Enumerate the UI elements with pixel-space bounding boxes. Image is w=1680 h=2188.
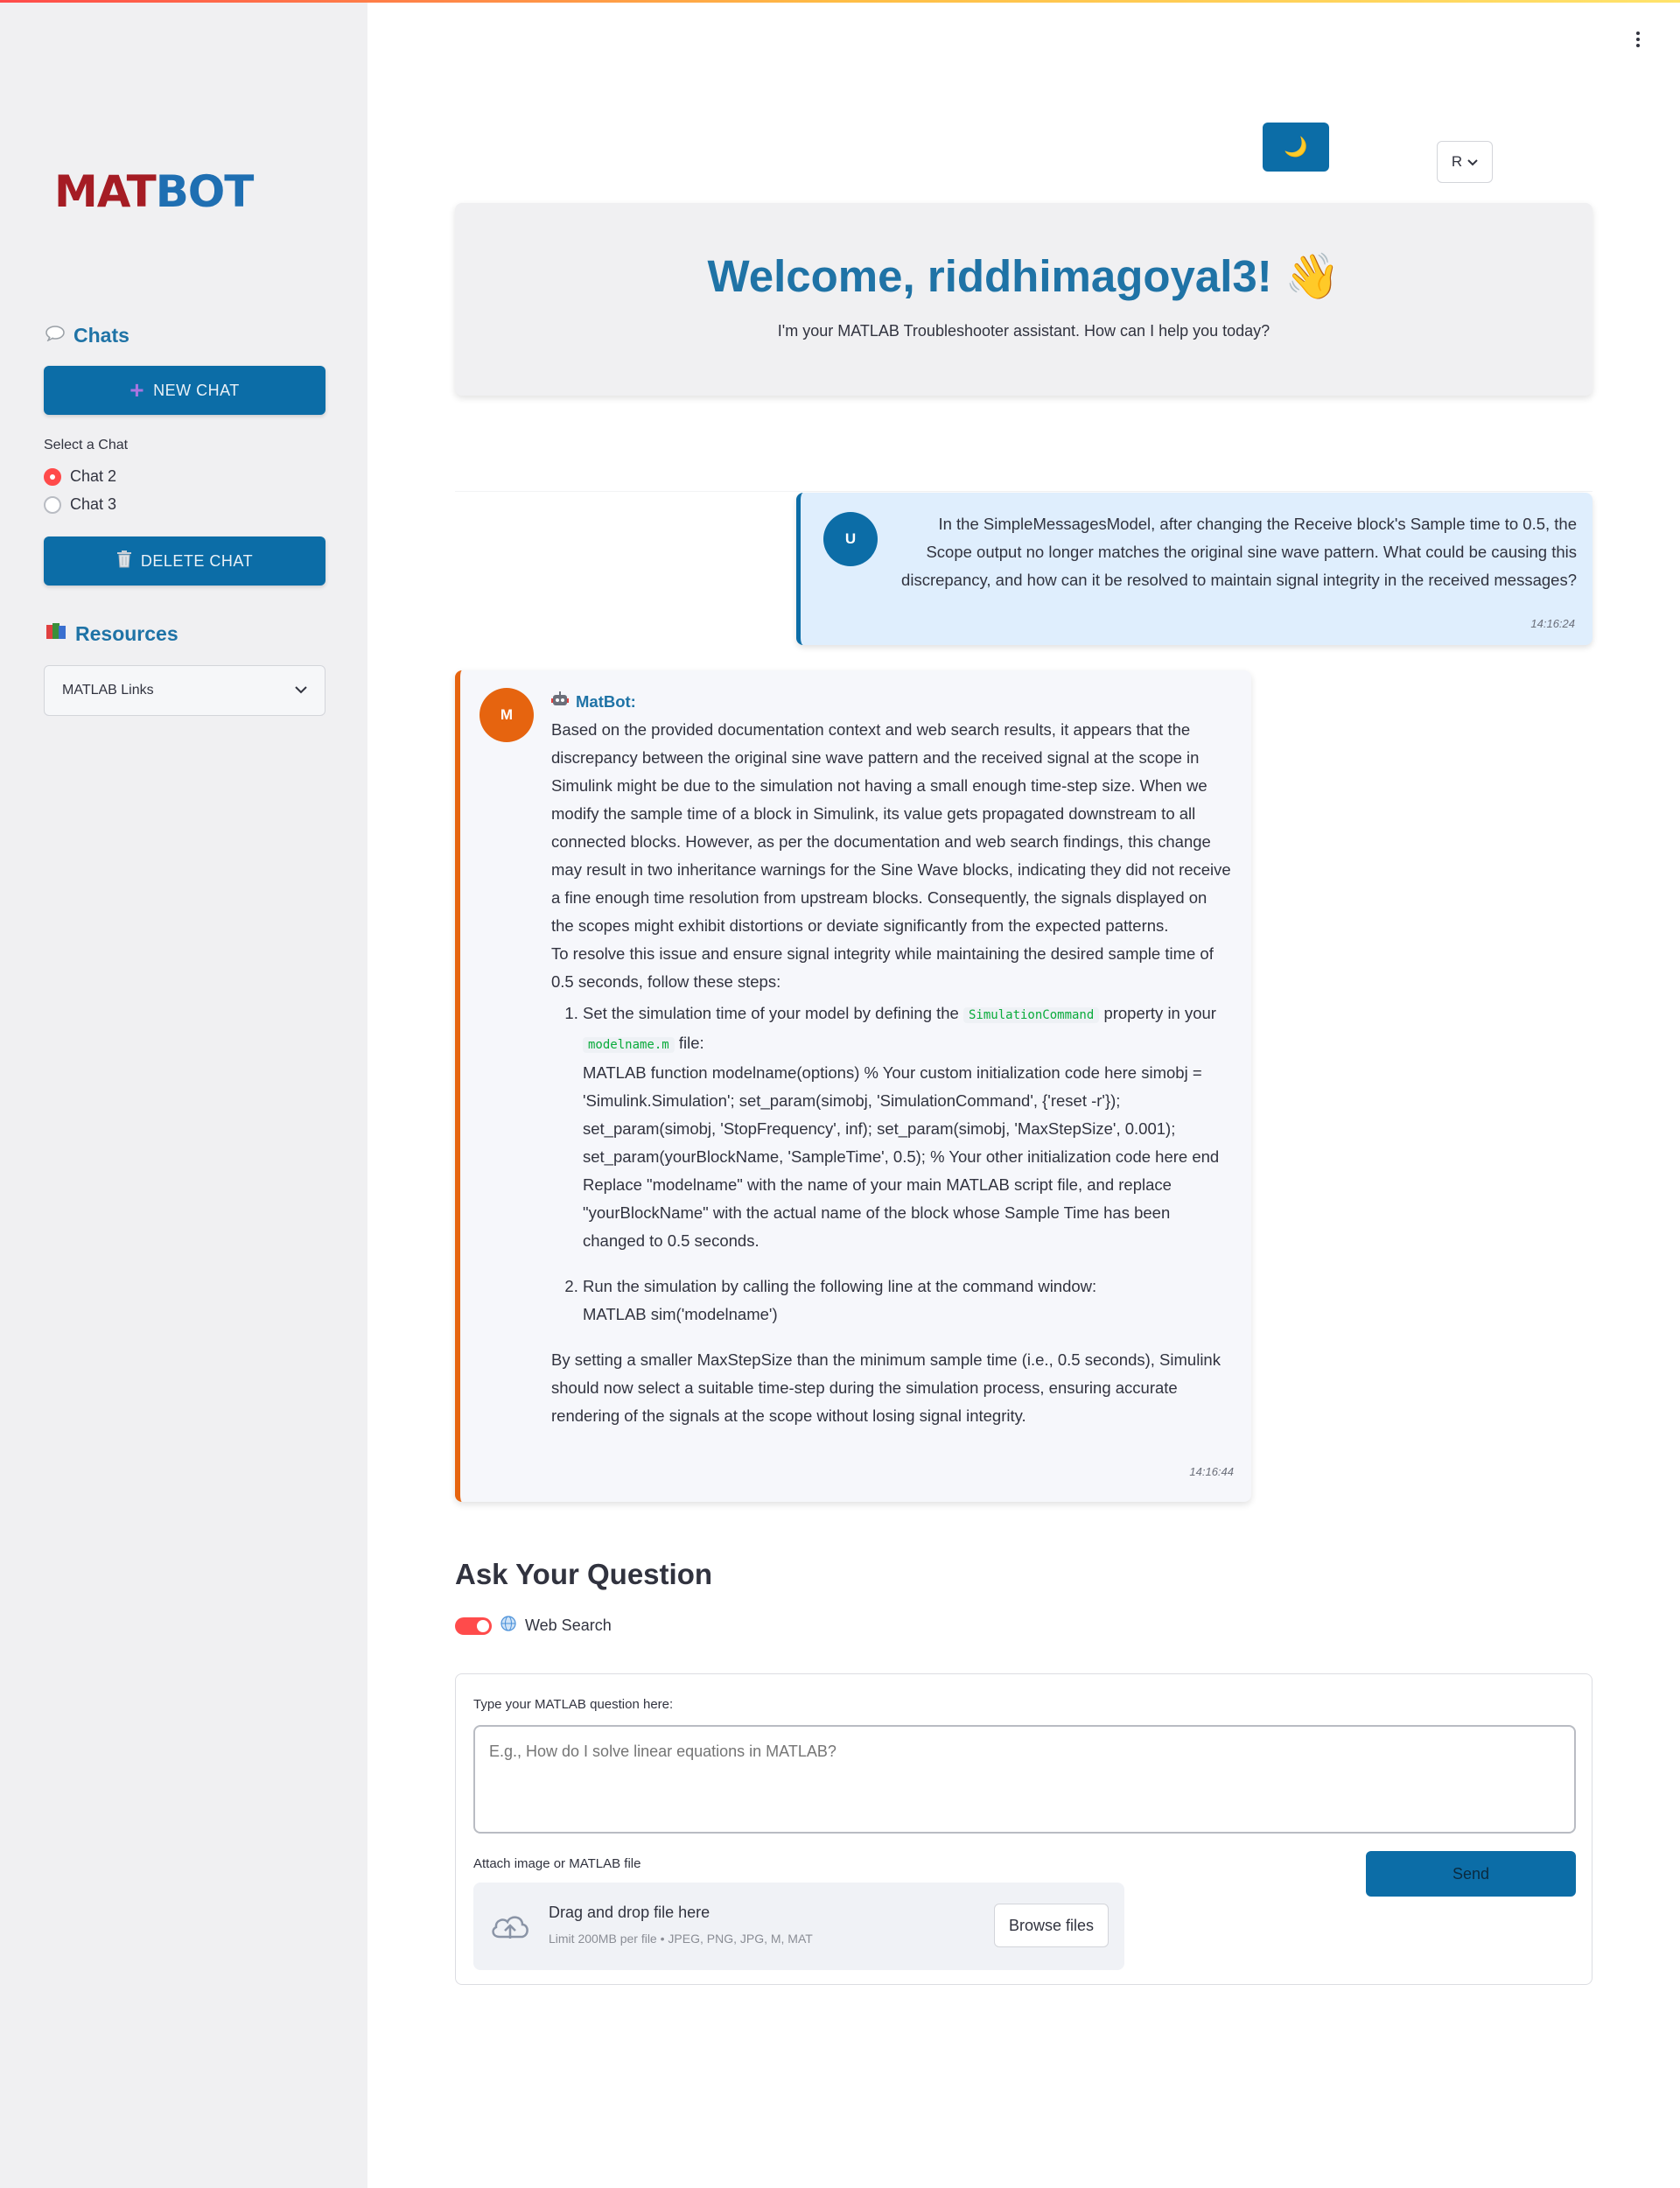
dropzone-limits: Limit 200MB per file • JPEG, PNG, JPG, M… (549, 1932, 813, 1946)
chat-option-label: Chat 2 (70, 467, 117, 485)
theme-toggle-button[interactable]: 🌙 (1263, 123, 1329, 172)
resources-heading: Resources (46, 621, 178, 646)
bot-paragraph-1: Based on the provided documentation cont… (551, 720, 1231, 935)
question-form: Type your MATLAB question here: Attach i… (455, 1673, 1592, 1985)
chats-title: Chats (74, 324, 130, 347)
chat-option-chat-3[interactable]: Chat 3 (44, 495, 116, 514)
resources-select[interactable]: MATLAB Links (44, 665, 326, 716)
resources-title: Resources (75, 621, 178, 645)
chat-divider (455, 453, 1592, 492)
radio-unselected-icon[interactable] (44, 495, 61, 514)
speech-bubble-icon (46, 325, 65, 347)
question-input[interactable] (473, 1725, 1576, 1834)
sidebar: MATBOT Chats + NEW CHAT Select a Chat Ch… (0, 0, 368, 2188)
waving-hand-icon: 👋 (1284, 251, 1340, 301)
cloud-upload-icon (489, 1909, 531, 1944)
step-1-text-b: property in your (1103, 1004, 1216, 1022)
toggle-switch[interactable] (455, 1616, 492, 1635)
step-1-text-a: Set the simulation time of your model by… (583, 1004, 959, 1022)
ask-question-heading: Ask Your Question (455, 1558, 713, 1590)
welcome-card: Welcome, riddhimagoyal3! 👋 I'm your MATL… (455, 203, 1592, 396)
new-chat-label: NEW CHAT (153, 381, 240, 399)
plus-icon: + (130, 376, 145, 403)
logo-prefix: MAT (54, 166, 157, 217)
bot-avatar: M (480, 688, 534, 742)
main-menu-button[interactable] (1629, 26, 1647, 53)
web-search-toggle[interactable]: Web Search (455, 1616, 612, 1636)
bot-message: M MatBot: Based on the provided document… (455, 670, 1251, 1502)
welcome-subtitle: I'm your MATLAB Troubleshooter assistant… (777, 322, 1270, 340)
bot-step-1: Set the simulation time of your model by… (583, 999, 1234, 1255)
bot-paragraph-2: To resolve this issue and ensure signal … (551, 944, 1214, 991)
step-1-code-text: MATLAB function modelname(options) % You… (583, 1063, 1220, 1166)
logo-suffix: BOT (155, 166, 255, 217)
bot-step-2: Run the simulation by calling the follow… (583, 1273, 1234, 1329)
send-button[interactable]: Send (1366, 1851, 1576, 1897)
user-message: U In the SimpleMessagesModel, after chan… (796, 493, 1592, 645)
user-avatar: U (823, 512, 878, 566)
user-message-time: 14:16:24 (1530, 617, 1575, 630)
bot-name: MatBot: (576, 692, 636, 711)
new-chat-button[interactable]: + NEW CHAT (44, 366, 326, 415)
chevron-down-icon (1467, 153, 1478, 171)
dropzone-title: Drag and drop file here (549, 1904, 710, 1921)
user-message-text: In the SimpleMessagesModel, after changi… (901, 515, 1577, 589)
delete-chat-button[interactable]: DELETE CHAT (44, 536, 326, 586)
chevron-down-icon (295, 683, 307, 698)
bot-message-time: 14:16:44 (1189, 1465, 1234, 1478)
bot-steps-list: Set the simulation time of your model by… (551, 999, 1234, 1329)
bot-paragraph-3: By setting a smaller MaxStepSize than th… (551, 1350, 1221, 1425)
file-dropzone[interactable]: Drag and drop file here Limit 200MB per … (473, 1883, 1124, 1970)
language-select[interactable]: R (1437, 141, 1493, 183)
select-chat-label: Select a Chat (44, 438, 129, 452)
step-2-command: MATLAB sim('modelname') (583, 1305, 778, 1323)
welcome-heading: Welcome, riddhimagoyal3! 👋 (455, 250, 1592, 303)
moon-icon: 🌙 (1284, 136, 1308, 158)
delete-chat-label: DELETE CHAT (140, 551, 254, 570)
top-decoration-bar (0, 0, 1680, 3)
web-search-label: Web Search (525, 1616, 612, 1634)
trash-icon (116, 550, 132, 572)
welcome-title: Welcome, riddhimagoyal3! (707, 251, 1272, 301)
chats-heading: Chats (46, 324, 130, 347)
resources-select-value: MATLAB Links (62, 683, 154, 698)
attach-label: Attach image or MATLAB file (473, 1856, 641, 1871)
question-label: Type your MATLAB question here: (473, 1697, 674, 1712)
bot-message-body: MatBot: Based on the provided documentat… (551, 691, 1234, 1430)
matbot-logo: MATBOT (54, 166, 255, 217)
bot-name-row: MatBot: (551, 691, 1234, 712)
language-select-value: R (1451, 153, 1463, 170)
books-icon (46, 621, 66, 646)
step-1-text-c: file: (678, 1034, 704, 1052)
chat-option-chat-2[interactable]: Chat 2 (44, 467, 116, 486)
browse-files-button[interactable]: Browse files (993, 1904, 1109, 1947)
step-1-note: Replace "modelname" with the name of you… (583, 1175, 1172, 1250)
chat-option-label: Chat 3 (70, 495, 117, 513)
radio-selected-icon[interactable] (44, 467, 61, 486)
step-2-text: Run the simulation by calling the follow… (583, 1277, 1097, 1295)
inline-code: modelname.m (583, 1037, 675, 1053)
robot-icon (551, 691, 569, 712)
inline-code: SimulationCommand (963, 1007, 1100, 1023)
globe-icon (500, 1616, 516, 1636)
